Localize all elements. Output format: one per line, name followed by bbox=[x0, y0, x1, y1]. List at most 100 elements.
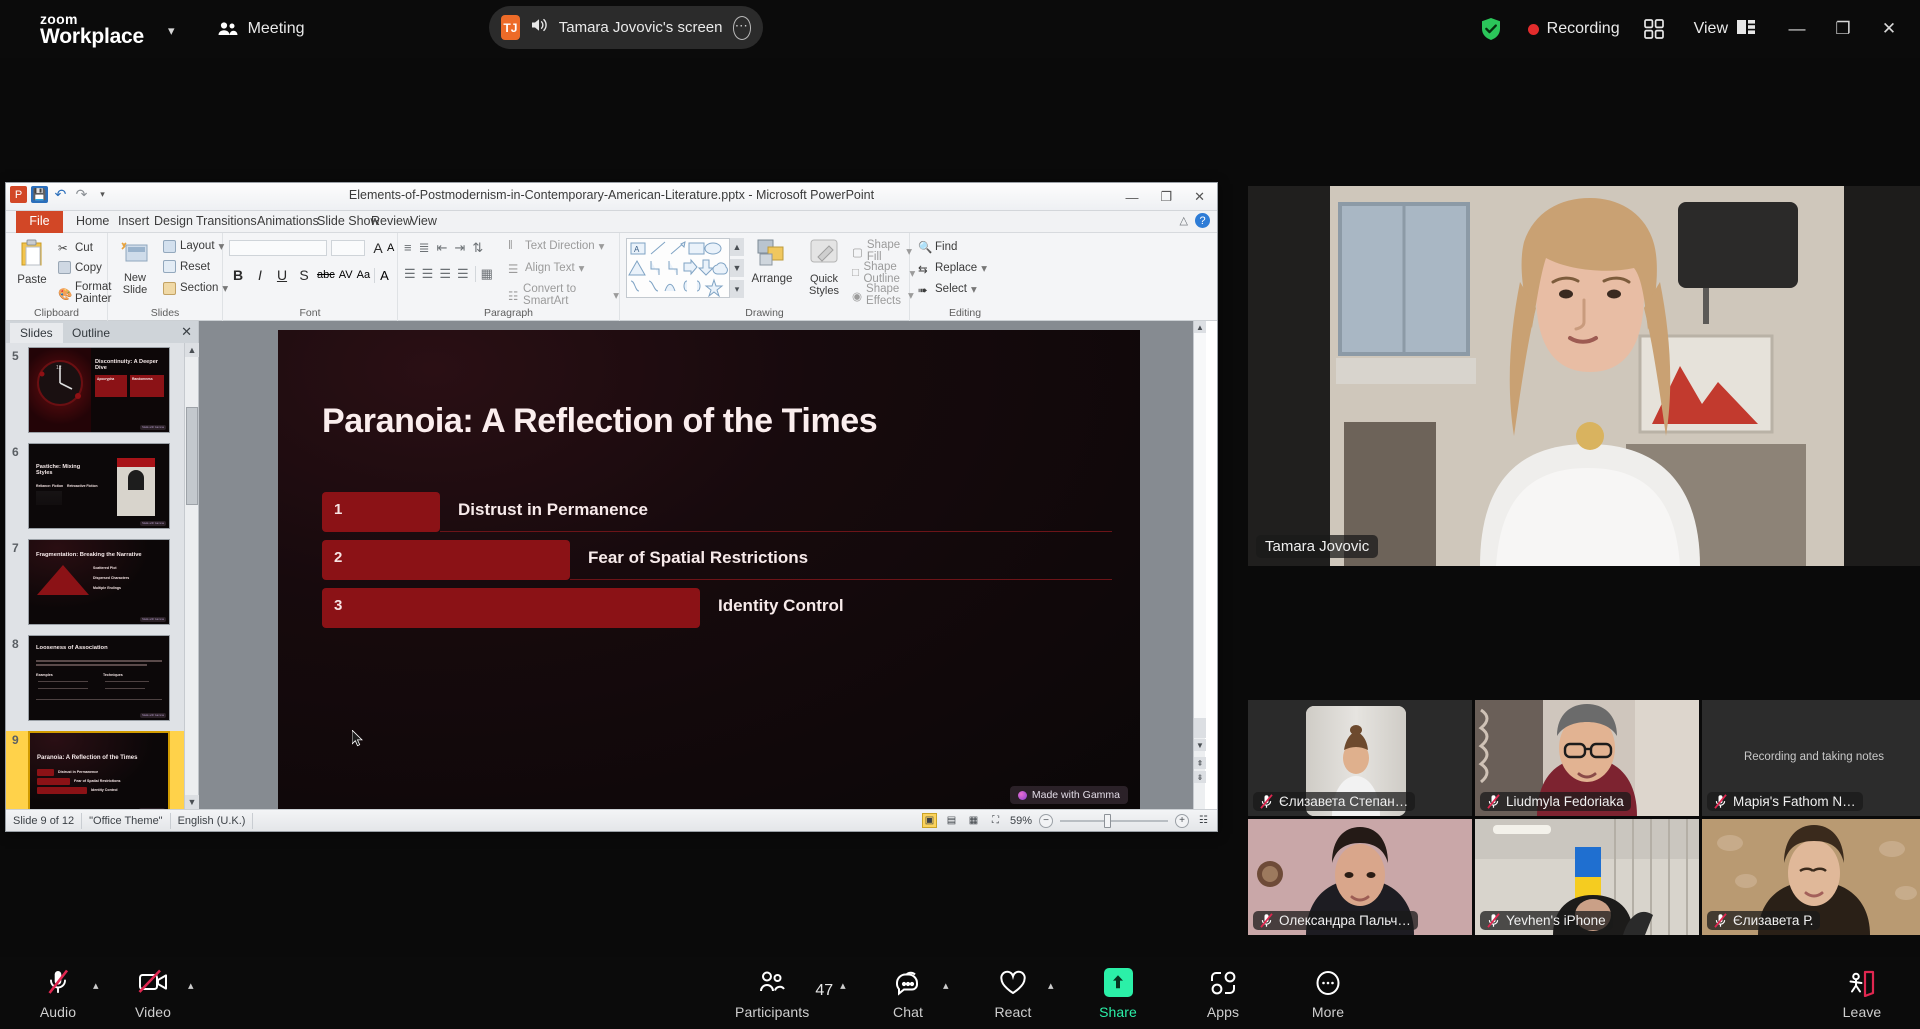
maximize-window-button[interactable]: ❐ bbox=[1820, 0, 1866, 58]
justify-button[interactable]: ☰ bbox=[457, 266, 469, 282]
zoom-slider[interactable] bbox=[1060, 813, 1168, 828]
slide-scroll-up-icon[interactable]: ▲ bbox=[1194, 321, 1206, 333]
share-screen-button[interactable]: Share bbox=[1090, 967, 1146, 1020]
underline-button[interactable]: U bbox=[273, 267, 291, 283]
select-button[interactable]: ➠ Select ▾ bbox=[918, 282, 977, 297]
slide-edit-canvas[interactable]: Paranoia: A Reflection of the Times 1 Di… bbox=[199, 321, 1206, 814]
text-shadow-button[interactable]: S bbox=[295, 267, 313, 283]
audio-button[interactable]: Audio bbox=[30, 967, 86, 1020]
character-spacing-button[interactable]: AV bbox=[339, 269, 353, 281]
participant-tile-4[interactable]: Олександра Пальч… bbox=[1248, 819, 1472, 935]
chat-button[interactable]: Chat bbox=[880, 967, 936, 1020]
pane-scroll-down-icon[interactable]: ▼ bbox=[185, 795, 199, 809]
close-window-button[interactable]: ✕ bbox=[1866, 0, 1912, 58]
shape-fill-button[interactable]: ▢ Shape Fill ▾ bbox=[852, 239, 912, 263]
react-options-chevron-icon[interactable]: ▴ bbox=[1048, 979, 1054, 992]
ppt-minimize-button[interactable]: — bbox=[1125, 190, 1138, 205]
pane-tab-outline[interactable]: Outline bbox=[62, 323, 120, 343]
align-center-button[interactable]: ☰ bbox=[422, 266, 434, 282]
section-button[interactable]: Section ▾ bbox=[163, 281, 228, 295]
cut-button[interactable]: ✂ Cut bbox=[58, 241, 93, 256]
help-icon[interactable]: ? bbox=[1195, 213, 1210, 228]
font-family-selector[interactable] bbox=[229, 240, 327, 256]
zoom-in-button[interactable]: + bbox=[1175, 813, 1189, 828]
shapes-gallery[interactable]: A bbox=[626, 238, 730, 298]
normal-view-button[interactable]: ▣ bbox=[921, 813, 937, 828]
participants-button[interactable]: Participants bbox=[735, 967, 809, 1020]
made-with-gamma-badge[interactable]: Made with Gamma bbox=[1009, 786, 1128, 804]
quick-styles-button[interactable]: Quick Styles bbox=[800, 238, 848, 297]
react-button[interactable]: React bbox=[985, 967, 1041, 1020]
slide-thumbnail-list[interactable]: 5 12 Discontinuity: A Deeper Dive Apocry… bbox=[6, 343, 184, 809]
find-button[interactable]: 🔍 Find bbox=[918, 240, 957, 255]
video-options-chevron-icon[interactable]: ▴ bbox=[188, 979, 194, 992]
video-button[interactable]: Video bbox=[125, 967, 181, 1020]
copy-button[interactable]: Copy bbox=[58, 261, 102, 274]
slide-thumbnail-6[interactable]: 6 Pastiche: Mixing Styles Reliance: Fict… bbox=[6, 443, 184, 535]
apps-button[interactable]: Apps bbox=[1195, 967, 1251, 1020]
workspace-chevron-down-icon[interactable]: ▾ bbox=[168, 23, 175, 39]
language-indicator[interactable]: English (U.K.) bbox=[171, 812, 254, 829]
active-speaker-tile[interactable]: Tamara Jovovic bbox=[1248, 186, 1920, 566]
shapes-scroll-down-icon[interactable]: ▼ bbox=[730, 259, 744, 277]
font-color-button[interactable]: A bbox=[374, 267, 389, 283]
paste-button[interactable]: Paste bbox=[11, 239, 53, 286]
minimize-window-button[interactable]: — bbox=[1774, 0, 1820, 58]
strikethrough-button[interactable]: abc bbox=[317, 269, 335, 281]
columns-button[interactable]: ▦ bbox=[474, 266, 493, 282]
slide-scrollbar[interactable]: ▲ ▼ ⇞ ⇟ bbox=[1193, 321, 1206, 809]
shapes-scroll-up-icon[interactable]: ▲ bbox=[730, 238, 744, 256]
participant-tile-1[interactable]: Єлизавета Степан… bbox=[1248, 700, 1472, 816]
slide-thumbnail-8[interactable]: 8 Looseness of Association Examples Tech… bbox=[6, 635, 184, 727]
tab-view[interactable]: View bbox=[402, 211, 445, 233]
new-slide-button[interactable]: New Slide bbox=[114, 241, 156, 296]
bullets-button[interactable]: ≡ bbox=[404, 240, 412, 256]
grow-font-button[interactable]: A bbox=[369, 240, 387, 258]
align-left-button[interactable]: ☰ bbox=[404, 266, 416, 282]
reset-button[interactable]: Reset bbox=[163, 260, 210, 273]
italic-button[interactable]: I bbox=[251, 267, 269, 283]
view-button[interactable]: View bbox=[1694, 18, 1756, 41]
shape-outline-button[interactable]: □ Shape Outline ▾ bbox=[852, 261, 915, 285]
ppt-close-button[interactable]: ✕ bbox=[1194, 189, 1205, 205]
slide-show-view-button[interactable]: ⛶ bbox=[988, 813, 1003, 828]
arrange-button[interactable]: Arrange bbox=[748, 238, 796, 285]
format-painter-button[interactable]: 🎨 Format Painter bbox=[58, 281, 111, 305]
next-slide-icon[interactable]: ⇟ bbox=[1194, 771, 1206, 783]
more-button[interactable]: More bbox=[1300, 967, 1356, 1020]
slide-thumbnail-5[interactable]: 5 12 Discontinuity: A Deeper Dive Apocry… bbox=[6, 347, 184, 439]
layout-button[interactable]: Layout ▾ bbox=[163, 239, 224, 253]
recording-indicator[interactable]: Recording bbox=[1527, 20, 1620, 38]
pane-scroll-up-icon[interactable]: ▲ bbox=[185, 343, 199, 357]
close-pane-icon[interactable]: ✕ bbox=[181, 324, 192, 340]
participant-tile-3[interactable]: Recording and taking notes Марія's Fatho… bbox=[1702, 700, 1920, 816]
slide-thumbnail-9[interactable]: 9 Paranoia: A Reflection of the Times Di… bbox=[6, 731, 184, 809]
align-right-button[interactable]: ☰ bbox=[439, 266, 451, 282]
decrease-indent-button[interactable]: ⇤ bbox=[437, 240, 448, 256]
leave-button[interactable]: Leave bbox=[1834, 967, 1890, 1020]
gallery-layout-button[interactable] bbox=[1642, 17, 1666, 41]
reading-view-button[interactable]: ▦ bbox=[966, 813, 981, 828]
line-spacing-button[interactable]: ⇅ bbox=[472, 240, 483, 256]
encryption-shield-icon[interactable] bbox=[1480, 17, 1502, 41]
participants-options-chevron-icon[interactable]: ▴ bbox=[840, 979, 846, 992]
pane-tab-slides[interactable]: Slides bbox=[10, 323, 63, 343]
align-text-button[interactable]: ☰ Align Text ▾ bbox=[508, 261, 584, 276]
bold-button[interactable]: B bbox=[229, 267, 247, 283]
zoom-out-button[interactable]: − bbox=[1039, 813, 1053, 828]
powerpoint-window[interactable]: P 💾 ↶ ↷ ▾ Elements-of-Postmodernism-in-C… bbox=[5, 182, 1218, 832]
text-direction-button[interactable]: ‖ Text Direction ▾ bbox=[508, 239, 604, 254]
increase-indent-button[interactable]: ⇥ bbox=[454, 240, 465, 256]
slide-sorter-view-button[interactable]: ▤ bbox=[944, 813, 959, 828]
convert-smartart-button[interactable]: ☷ Convert to SmartArt ▾ bbox=[508, 283, 619, 307]
audio-options-chevron-icon[interactable]: ▴ bbox=[93, 979, 99, 992]
shapes-more-icon[interactable]: ▾ bbox=[730, 280, 744, 298]
participant-tile-2[interactable]: Liudmyla Fedoriaka bbox=[1475, 700, 1699, 816]
font-size-selector[interactable] bbox=[331, 240, 365, 256]
participant-tile-5[interactable]: Yevhen's iPhone bbox=[1475, 819, 1699, 935]
shape-effects-button[interactable]: ◉ Shape Effects ▾ bbox=[852, 283, 914, 307]
ppt-restore-button[interactable]: ❐ bbox=[1160, 189, 1172, 205]
numbering-button[interactable]: ≣ bbox=[419, 240, 430, 256]
slide-thumbnail-7[interactable]: 7 Fragmentation: Breaking the Narrative … bbox=[6, 539, 184, 631]
replace-button[interactable]: ⇆ Replace ▾ bbox=[918, 261, 987, 276]
